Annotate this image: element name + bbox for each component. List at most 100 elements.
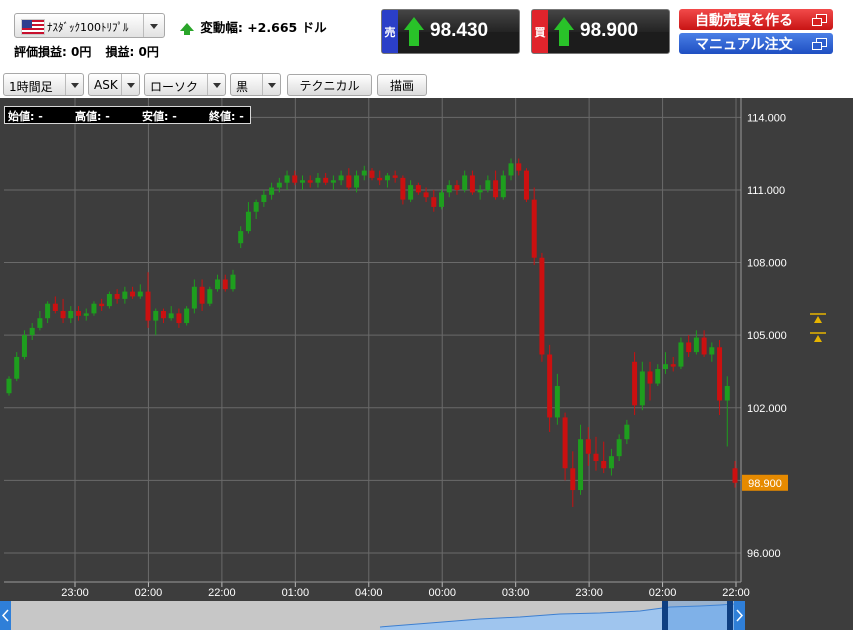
ohlc-high: 高値: - <box>75 110 110 123</box>
candle-body <box>330 180 336 183</box>
up-arrow-icon <box>180 23 194 35</box>
candle-body <box>392 175 398 178</box>
candle-body <box>662 364 668 370</box>
buy-quote-button[interactable]: 買 98.900 <box>531 9 670 54</box>
candle-body <box>68 310 74 319</box>
candle-body <box>346 175 352 188</box>
candle-body <box>323 177 329 183</box>
navigator-handle-left[interactable] <box>662 601 668 630</box>
realized-pl: 損益: 0円 <box>105 45 159 59</box>
candle-body <box>570 468 576 491</box>
x-tick-label: 04:00 <box>355 587 383 599</box>
candle-body <box>423 192 429 198</box>
candle-body <box>76 310 82 316</box>
candle-body <box>184 308 190 324</box>
auto-trade-label: 自動売買を作る <box>695 12 793 29</box>
candle-body <box>168 313 174 319</box>
candle-body <box>608 456 614 469</box>
candle-body <box>137 291 143 297</box>
symbol-dropdown-arrow[interactable] <box>143 14 164 37</box>
candle-body <box>454 185 460 190</box>
theme-select[interactable]: 黒 <box>230 73 281 96</box>
sell-tag: 売 <box>382 10 398 53</box>
chevron-down-icon <box>267 82 276 88</box>
candle-body <box>632 361 638 406</box>
scroll-right-button[interactable] <box>734 601 745 630</box>
candle-body <box>153 310 159 321</box>
candle-body <box>639 371 645 406</box>
candle-body <box>539 257 545 355</box>
price-type-select[interactable]: ASK <box>88 73 140 96</box>
candle-body <box>130 291 136 297</box>
candle-body <box>624 424 630 440</box>
candle-body <box>377 177 383 181</box>
candle-body <box>562 417 568 469</box>
candle-body <box>315 177 321 183</box>
sell-quote-button[interactable]: 売 98.430 <box>381 9 520 54</box>
manual-order-button[interactable]: マニュアル注文 <box>679 33 833 54</box>
open-window-icon <box>812 14 827 26</box>
up-arrow-icon <box>554 17 574 47</box>
candle-body <box>106 294 112 307</box>
candlestick-chart[interactable]: 114.000111.000108.000105.000102.00099.00… <box>0 98 853 630</box>
candle-body <box>222 279 228 290</box>
candle-body <box>52 303 58 311</box>
y-tick-label: 105.000 <box>747 330 787 342</box>
candle-body <box>500 175 506 198</box>
open-window-icon <box>812 38 827 50</box>
candle-body <box>701 337 707 355</box>
auto-trade-button[interactable]: 自動売買を作る <box>679 9 833 30</box>
buy-tag: 買 <box>532 10 548 53</box>
alert-marker-icon[interactable] <box>810 313 826 323</box>
alert-marker-icon[interactable] <box>810 332 826 342</box>
x-tick-label: 02:00 <box>135 587 163 599</box>
candle-body <box>21 335 27 357</box>
x-tick-label: 23:00 <box>575 587 603 599</box>
candle-body <box>709 347 715 355</box>
candle-body <box>307 180 313 183</box>
x-tick-label: 02:00 <box>649 587 677 599</box>
candle-body <box>469 175 475 193</box>
y-tick-label: 102.000 <box>747 403 787 415</box>
ohlc-close: 終値: - <box>209 110 244 123</box>
chevron-down-icon <box>70 82 79 88</box>
candle-body <box>431 197 437 207</box>
candle-body <box>485 180 491 190</box>
candle-body <box>508 163 514 176</box>
draw-button[interactable]: 描画 <box>377 74 427 96</box>
range-navigator[interactable] <box>0 601 745 630</box>
navigator-handle-right[interactable] <box>727 601 733 630</box>
candle-body <box>717 347 723 401</box>
ohlc-low: 安値: - <box>142 110 177 123</box>
candle-body <box>253 202 259 212</box>
technical-button[interactable]: テクニカル <box>287 74 372 96</box>
candle-body <box>415 185 421 193</box>
sell-price: 98.430 <box>430 20 489 41</box>
ohlc-open: 始値: - <box>8 110 43 123</box>
candle-body <box>516 163 522 171</box>
candle-body <box>45 303 51 319</box>
chart-style-select[interactable]: ローソク <box>144 73 226 96</box>
scroll-left-button[interactable] <box>0 601 11 630</box>
candle-body <box>215 279 221 290</box>
x-tick-label: 22:00 <box>722 587 750 599</box>
y-tick-label: 111.000 <box>747 185 785 197</box>
candle-body <box>338 175 344 181</box>
price-chart[interactable]: 114.000111.000108.000105.000102.00099.00… <box>0 98 853 630</box>
symbol-select[interactable]: ﾅｽﾀﾞｯｸ100ﾄﾘﾌﾟﾙ <box>14 13 165 38</box>
candle-body <box>160 310 166 319</box>
timeframe-value: 1時間足 <box>9 80 53 94</box>
price-change: 変動幅: +2.665 ドル <box>180 17 327 36</box>
x-tick-label: 00:00 <box>428 587 456 599</box>
candle-body <box>400 177 406 200</box>
up-arrow-icon <box>404 17 424 47</box>
candle-body <box>354 175 360 188</box>
y-tick-label: 108.000 <box>747 258 787 270</box>
us-flag-icon <box>21 19 45 35</box>
timeframe-select[interactable]: 1時間足 <box>3 73 84 96</box>
candle-body <box>493 180 499 198</box>
buy-price: 98.900 <box>580 20 639 41</box>
candle-body <box>686 342 692 353</box>
candle-body <box>547 354 553 418</box>
x-tick-label: 03:00 <box>502 587 530 599</box>
